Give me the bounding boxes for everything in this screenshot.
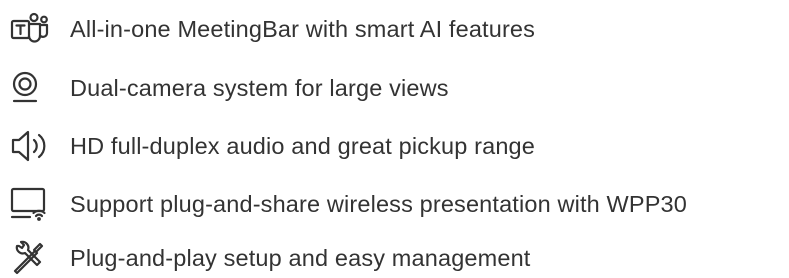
feature-label: HD full-duplex audio and great pickup ra…: [70, 132, 535, 159]
feature-item-setup: Plug-and-play setup and easy management: [0, 238, 789, 278]
feature-label: Dual-camera system for large views: [70, 74, 449, 101]
feature-label: Support plug-and-share wireless presenta…: [70, 190, 687, 217]
speaker-icon: [10, 129, 58, 163]
feature-label: All-in-one MeetingBar with smart AI feat…: [70, 15, 536, 42]
tools-icon: [10, 240, 58, 275]
feature-list: All-in-one MeetingBar with smart AI feat…: [0, 0, 789, 277]
teams-icon: [10, 12, 58, 46]
feature-item-dual-camera: Dual-camera system for large views: [0, 68, 789, 108]
feature-label: Plug-and-play setup and easy management: [70, 244, 531, 271]
wireless-presentation-icon: [10, 187, 58, 221]
feature-item-ai-meetingbar: All-in-one MeetingBar with smart AI feat…: [0, 9, 789, 49]
webcam-icon: [10, 71, 58, 105]
feature-item-wireless-presentation: Support plug-and-share wireless presenta…: [0, 184, 789, 224]
feature-item-audio: HD full-duplex audio and great pickup ra…: [0, 126, 789, 166]
